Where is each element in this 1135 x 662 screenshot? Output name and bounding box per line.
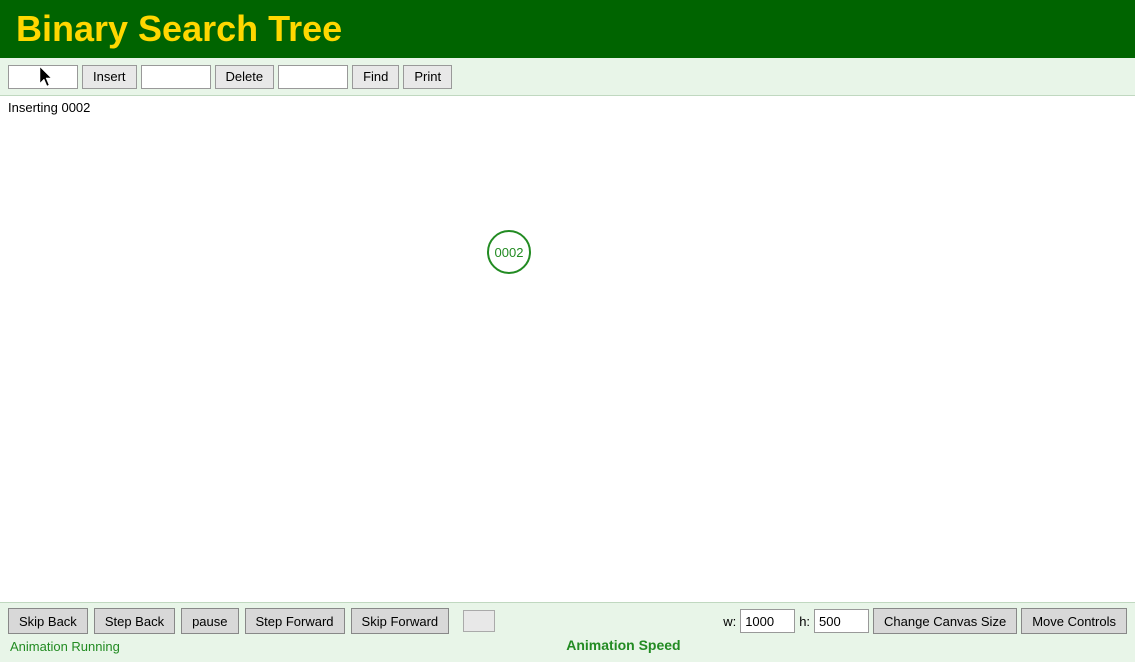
node-value: 0002: [495, 245, 524, 260]
w-label: w:: [723, 614, 736, 629]
canvas-size-controls: w: h: Change Canvas Size Move Controls: [723, 608, 1127, 634]
bottom-area: Skip Back Step Back pause Step Forward S…: [0, 602, 1135, 662]
status-bar: Inserting 0002: [0, 96, 1135, 118]
move-controls-button[interactable]: Move Controls: [1021, 608, 1127, 634]
toolbar: Insert Delete Find Print: [0, 58, 1135, 96]
find-button[interactable]: Find: [352, 65, 399, 89]
speed-slider-container: [463, 610, 495, 632]
animation-status: Animation Running: [8, 639, 120, 654]
delete-button[interactable]: Delete: [215, 65, 275, 89]
skip-back-button[interactable]: Skip Back: [8, 608, 88, 634]
step-back-button[interactable]: Step Back: [94, 608, 175, 634]
w-input[interactable]: [740, 609, 795, 633]
print-button[interactable]: Print: [403, 65, 452, 89]
insert-button[interactable]: Insert: [82, 65, 137, 89]
h-label: h:: [799, 614, 810, 629]
skip-forward-button[interactable]: Skip Forward: [351, 608, 450, 634]
controls-row: Skip Back Step Back pause Step Forward S…: [8, 608, 1127, 634]
page-title: Binary Search Tree: [16, 8, 342, 50]
header: Binary Search Tree: [0, 0, 1135, 58]
canvas-area: 0002: [0, 118, 1135, 602]
insert-input[interactable]: [8, 65, 78, 89]
step-forward-button[interactable]: Step Forward: [245, 608, 345, 634]
h-input[interactable]: [814, 609, 869, 633]
status-message: Inserting 0002: [8, 100, 90, 115]
tree-node: 0002: [487, 230, 531, 274]
change-canvas-button[interactable]: Change Canvas Size: [873, 608, 1017, 634]
delete-input[interactable]: [141, 65, 211, 89]
speed-slider[interactable]: [463, 610, 495, 632]
find-input[interactable]: [278, 65, 348, 89]
pause-button[interactable]: pause: [181, 608, 238, 634]
